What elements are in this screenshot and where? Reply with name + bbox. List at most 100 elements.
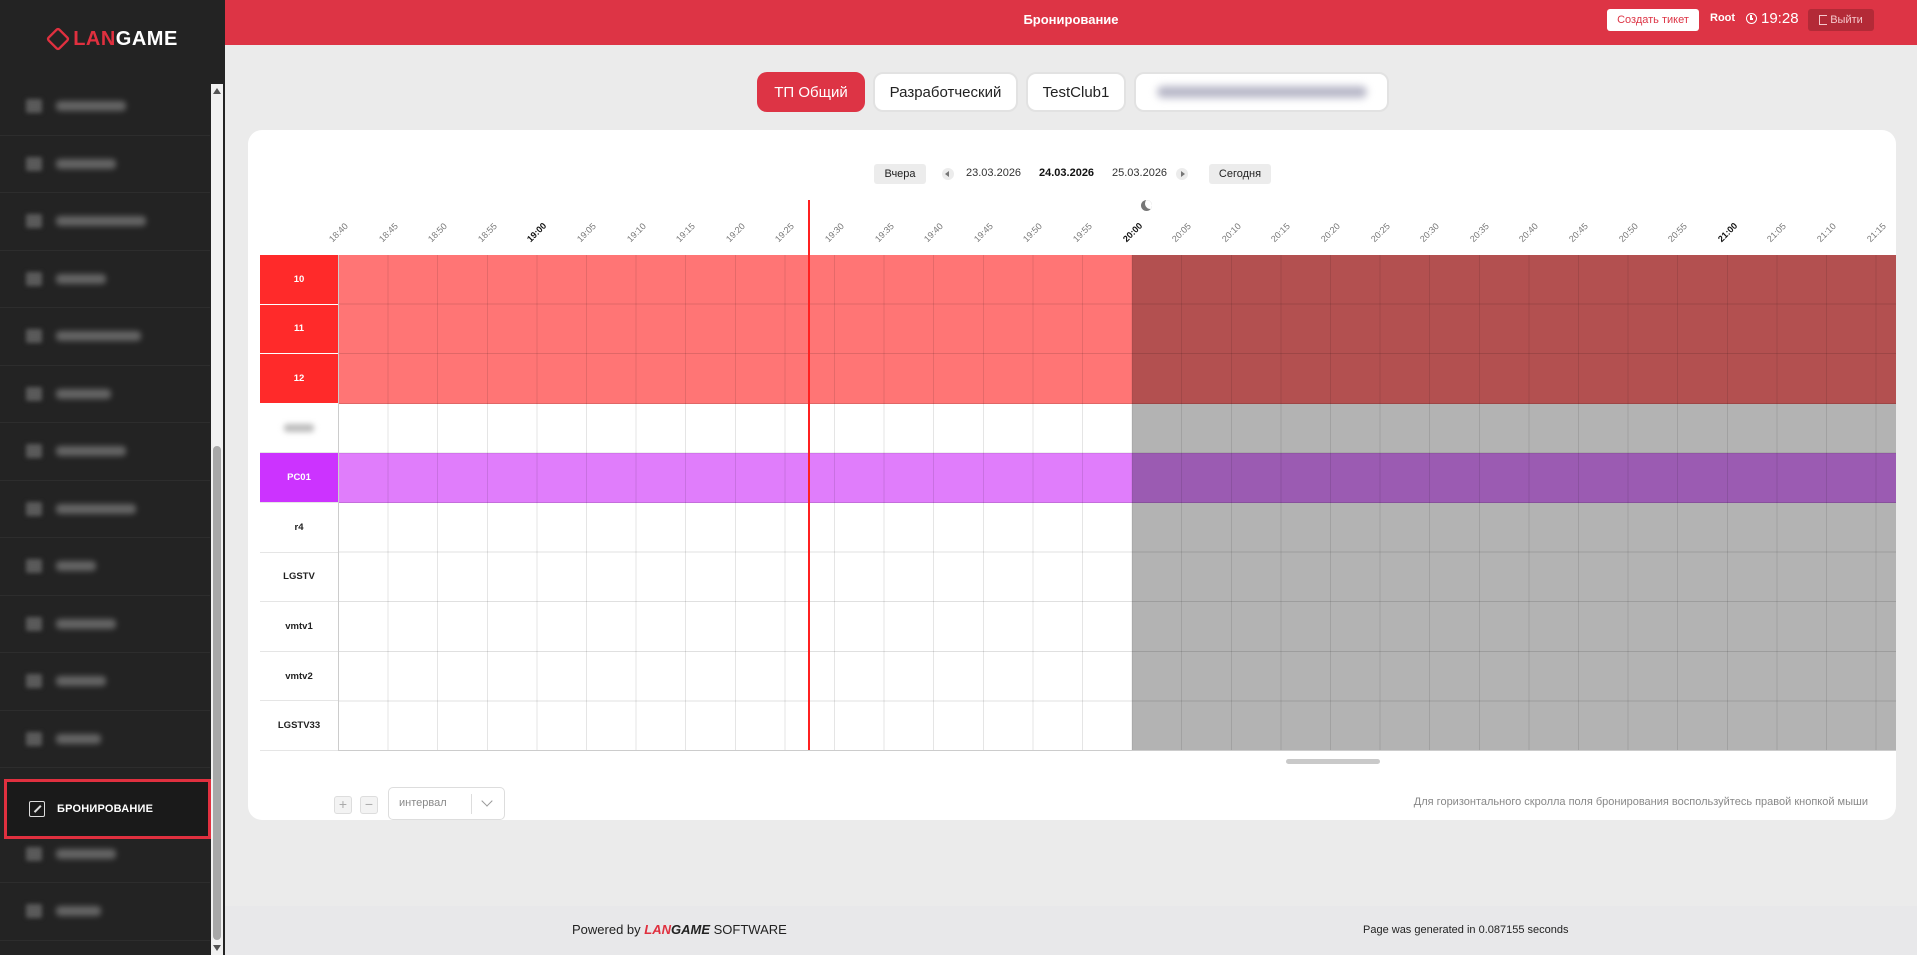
sidebar-item-blurred[interactable] <box>0 596 210 653</box>
blurred-club-name <box>1156 86 1367 98</box>
sidebar-item-blurred[interactable] <box>0 423 210 481</box>
blurred-menu-label <box>56 388 111 399</box>
user-name[interactable]: Root <box>1710 12 1735 24</box>
date-navigation: Вчера 23.03.2026 24.03.2026 25.03.2026 С… <box>248 164 1896 184</box>
sidebar-item-blurred[interactable] <box>0 308 210 366</box>
device-label[interactable]: LGSTV <box>260 553 338 603</box>
time-tick-label: 20:25 <box>1368 220 1392 244</box>
zoom-in-button[interactable]: + <box>334 796 352 814</box>
blurred-menu-icon <box>26 559 42 574</box>
blurred-menu-icon <box>26 156 42 171</box>
device-label[interactable]: vmtv1 <box>260 602 338 652</box>
blurred-menu-label <box>56 733 101 744</box>
logo-text: LANGAME <box>73 27 178 50</box>
time-tick-label: 20:40 <box>1517 220 1541 244</box>
tab-blurred-club[interactable] <box>1134 72 1389 112</box>
device-label[interactable]: PC01 <box>260 453 338 503</box>
booking-grid[interactable] <box>338 200 1896 751</box>
edit-icon <box>29 801 45 817</box>
blurred-menu-icon <box>26 904 42 919</box>
current-date: 24.03.2026 <box>1039 167 1095 179</box>
grid-horizontal-lines <box>338 255 1896 751</box>
logout-button[interactable]: Выйти <box>1808 9 1874 31</box>
time-tick-label: 18:50 <box>426 220 450 244</box>
time-tick-label: 19:30 <box>822 220 846 244</box>
blurred-menu-label <box>56 273 106 284</box>
time-tick-label: 19:00 <box>525 220 549 244</box>
tab-testclub1[interactable]: TestClub1 <box>1026 72 1126 112</box>
yesterday-button[interactable]: Вчера <box>874 164 926 184</box>
sidebar-scrollbar[interactable] <box>211 84 223 955</box>
blurred-menu-label <box>56 503 136 514</box>
today-button[interactable]: Сегодня <box>1209 164 1271 184</box>
device-label[interactable]: 12 <box>260 354 338 404</box>
sidebar-item-blurred[interactable] <box>0 136 210 193</box>
time-tick-label: 19:45 <box>971 220 995 244</box>
device-label[interactable]: LGSTV33 <box>260 701 338 751</box>
time-tick-label: 21:05 <box>1765 220 1789 244</box>
logo[interactable]: LANGAME <box>0 0 225 78</box>
time-tick-label: 20:35 <box>1467 220 1491 244</box>
time-tick-label: 20:45 <box>1566 220 1590 244</box>
sidebar-item-blurred[interactable] <box>0 251 210 308</box>
logout-icon <box>1819 15 1828 25</box>
sidebar-item-blurred[interactable] <box>0 538 210 596</box>
blurred-menu-icon <box>26 271 42 286</box>
blurred-menu-icon <box>26 501 42 516</box>
sidebar-item-blurred[interactable] <box>0 193 210 251</box>
booking-card: Вчера 23.03.2026 24.03.2026 25.03.2026 С… <box>248 130 1896 820</box>
time-tick-label: 19:05 <box>574 220 598 244</box>
grid-left-border <box>338 255 339 751</box>
time-tick-label: 19:50 <box>1021 220 1045 244</box>
time-tick-label: 20:20 <box>1318 220 1342 244</box>
time-tick-label: 20:15 <box>1269 220 1293 244</box>
interval-placeholder: интервал <box>399 797 447 809</box>
device-label[interactable]: 10 <box>260 255 338 305</box>
blurred-device-name <box>284 424 314 433</box>
top-bar: Бронирование Создать тикет Root 19:28 Вы… <box>225 0 1917 45</box>
sidebar-item-label: БРОНИРОВАНИЕ <box>57 803 154 815</box>
time-tick-label: 20:30 <box>1418 220 1442 244</box>
time-tick-label: 19:35 <box>872 220 896 244</box>
next-date[interactable]: 25.03.2026 <box>1112 167 1167 179</box>
time-tick-label: 19:55 <box>1070 220 1094 244</box>
sidebar-item-blurred[interactable] <box>0 366 210 423</box>
sidebar-item-blurred[interactable] <box>0 711 210 768</box>
sidebar-item-blurred[interactable] <box>0 883 210 941</box>
current-time-line <box>808 200 810 751</box>
blurred-menu-icon <box>26 444 42 459</box>
prev-date[interactable]: 23.03.2026 <box>966 167 1021 179</box>
scrollbar-thumb[interactable] <box>213 446 221 940</box>
footer-brand[interactable]: LANGAME <box>644 922 710 937</box>
blurred-menu-icon <box>26 731 42 746</box>
blurred-menu-icon <box>26 386 42 401</box>
device-label[interactable]: r4 <box>260 503 338 553</box>
device-label[interactable]: 11 <box>260 304 338 355</box>
tab-tp-general[interactable]: ТП Общий <box>757 72 865 112</box>
device-label[interactable] <box>260 404 338 454</box>
horizontal-scrollbar[interactable] <box>1286 759 1380 764</box>
scroll-hint: Для горизонтального скролла поля брониро… <box>1413 796 1868 808</box>
sidebar: LANGAME БРОНИРОВАНИЕ <box>0 0 225 955</box>
time-tick-label: 19:40 <box>922 220 946 244</box>
device-label[interactable]: vmtv2 <box>260 652 338 702</box>
prev-date-icon[interactable] <box>942 168 954 180</box>
sidebar-item-blurred[interactable] <box>0 653 210 711</box>
club-tabs: ТП Общий Разработчеcкий TestClub1 <box>0 72 1917 112</box>
generation-time: Page was generated in 0.087155 seconds <box>1363 924 1569 936</box>
time-tick-label: 20:05 <box>1170 220 1194 244</box>
scroll-down-icon[interactable] <box>213 945 221 951</box>
langame-logo-icon <box>45 26 71 52</box>
sidebar-item-booking[interactable]: БРОНИРОВАНИЕ <box>4 779 211 839</box>
create-ticket-button[interactable]: Создать тикет <box>1607 9 1699 31</box>
tab-developer[interactable]: Разработчеcкий <box>873 72 1018 112</box>
interval-select[interactable]: интервал <box>388 787 505 820</box>
chevron-down-icon[interactable] <box>481 795 493 807</box>
powered-by: Powered by LANGAME SOFTWARE <box>572 922 787 937</box>
next-date-icon[interactable] <box>1176 168 1188 180</box>
blurred-menu-icon <box>26 674 42 689</box>
time-tick-label: 19:15 <box>674 220 698 244</box>
sidebar-item-blurred[interactable] <box>0 481 210 538</box>
zoom-out-button[interactable]: − <box>360 796 378 814</box>
blurred-menu-label <box>56 216 146 227</box>
